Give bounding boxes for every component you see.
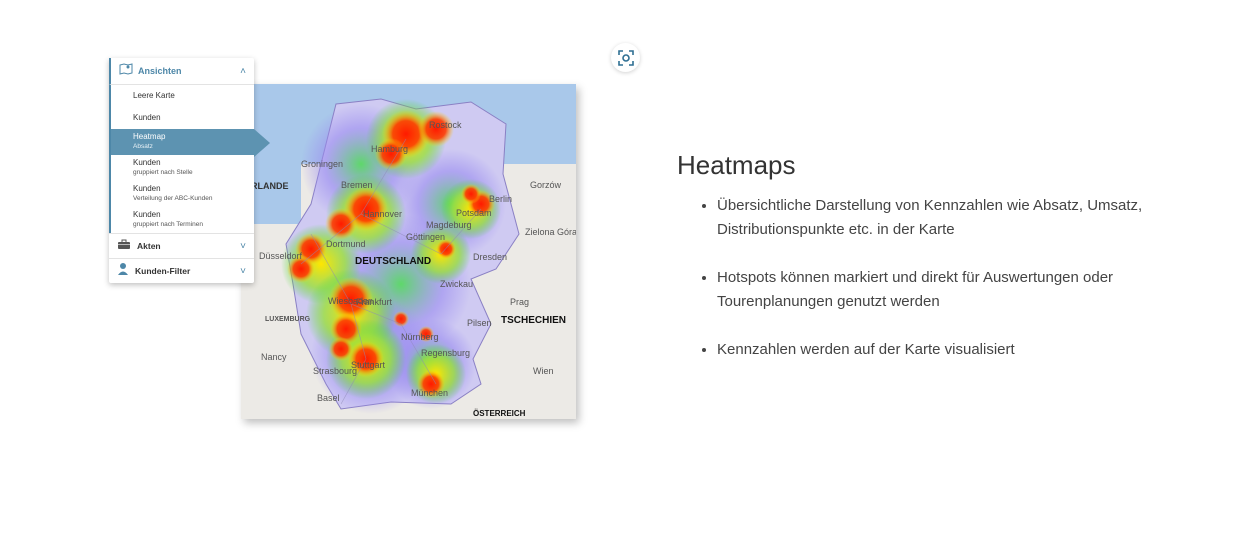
map-label: Strasbourg <box>313 366 358 376</box>
view-item-label: Kunden <box>133 210 161 219</box>
map-label: Nürnberg <box>401 332 439 342</box>
map-label: Potsdam <box>456 208 492 218</box>
map-label: Rostock <box>429 120 462 130</box>
focus-camera-icon <box>617 49 634 66</box>
view-item-customers[interactable]: Kunden <box>111 107 254 129</box>
user-icon <box>117 262 129 280</box>
map-label: Hamburg <box>371 144 409 154</box>
view-item-label: Kunden <box>133 158 161 167</box>
views-panel: Ansichten ˄ Leere Karte Kunden Heatmap A… <box>109 58 270 283</box>
map-label: Prag <box>510 297 530 307</box>
map-label: Dortmund <box>326 239 366 249</box>
view-item-customers-abc[interactable]: Kunden Verteilung der ABC-Kunden <box>111 181 254 207</box>
view-item-customers-by-appointment[interactable]: Kunden gruppiert nach Terminen <box>111 207 254 233</box>
chevron-down-icon[interactable]: ˅ <box>240 241 246 252</box>
chevron-down-icon[interactable]: ˅ <box>240 266 246 277</box>
map-label: Düsseldorf <box>259 251 303 261</box>
section-title: Heatmaps <box>677 150 796 180</box>
section-customer-filter[interactable]: Kunden-Filter ˅ <box>109 258 254 283</box>
views-list: Leere Karte Kunden Heatmap Absatz Kunden… <box>109 85 270 233</box>
map-label-country: TSCHECHIEN <box>501 315 567 326</box>
map-label: Berlin <box>489 194 513 204</box>
feature-item: Kennzahlen werden auf der Karte visualis… <box>717 338 1197 362</box>
view-item-customers-by-place[interactable]: Kunden gruppiert nach Stelle <box>111 155 254 181</box>
map-label: Hannover <box>363 209 403 219</box>
map-label: Zielona Góra <box>525 227 576 237</box>
chevron-up-icon[interactable]: ˄ <box>240 66 246 77</box>
view-item-sublabel: Absatz <box>133 143 153 150</box>
view-item-label: Kunden <box>133 113 161 122</box>
map-label: Regensburg <box>421 348 471 358</box>
view-item-empty-map[interactable]: Leere Karte <box>111 85 254 107</box>
map-label: Magdeburg <box>426 220 472 230</box>
map-label-country: ÖSTERREICH <box>473 409 526 418</box>
map-label: Basel <box>317 393 340 403</box>
view-item-sublabel: Verteilung der ABC-Kunden <box>133 195 213 202</box>
heatmap-map-image: Rostock Hamburg Bremen Berlin Hannover P… <box>241 84 576 419</box>
map-label: Pilsen <box>467 318 492 328</box>
view-item-heatmap[interactable]: Heatmap Absatz <box>111 129 270 157</box>
section-files-label: Akten <box>137 241 161 251</box>
map-label: Wien <box>533 366 554 376</box>
map-label-country: DEUTSCHLAND <box>355 256 432 267</box>
focus-button[interactable] <box>611 43 640 72</box>
map-label: Nancy <box>261 352 287 362</box>
map-label: Groningen <box>301 159 344 169</box>
map-label: Gorzów <box>530 180 562 190</box>
view-item-label: Heatmap <box>133 132 166 141</box>
view-item-label: Leere Karte <box>133 91 175 100</box>
map-icon <box>119 62 133 80</box>
map-label: Dresden <box>473 252 508 262</box>
map-label: Wiesbaden <box>328 296 374 306</box>
view-item-label: Kunden <box>133 184 161 193</box>
map-label: LUXEMBURG <box>265 316 311 323</box>
map-label: Göttingen <box>406 232 446 242</box>
map-label: Bremen <box>341 180 373 190</box>
map-label: München <box>411 388 449 398</box>
feature-list: Übersichtliche Darstellung von Kennzahle… <box>697 194 1197 386</box>
section-customer-filter-label: Kunden-Filter <box>135 266 191 276</box>
briefcase-icon <box>117 237 131 255</box>
feature-item: Hotspots können markiert und direkt für … <box>717 266 1197 314</box>
section-files[interactable]: Akten ˅ <box>109 233 254 258</box>
views-header[interactable]: Ansichten ˄ <box>109 58 254 85</box>
map-label: Zwickau <box>440 279 474 289</box>
view-item-sublabel: gruppiert nach Terminen <box>133 221 203 228</box>
feature-item: Übersichtliche Darstellung von Kennzahle… <box>717 194 1197 242</box>
view-item-sublabel: gruppiert nach Stelle <box>133 169 193 176</box>
views-header-label: Ansichten <box>138 66 182 76</box>
